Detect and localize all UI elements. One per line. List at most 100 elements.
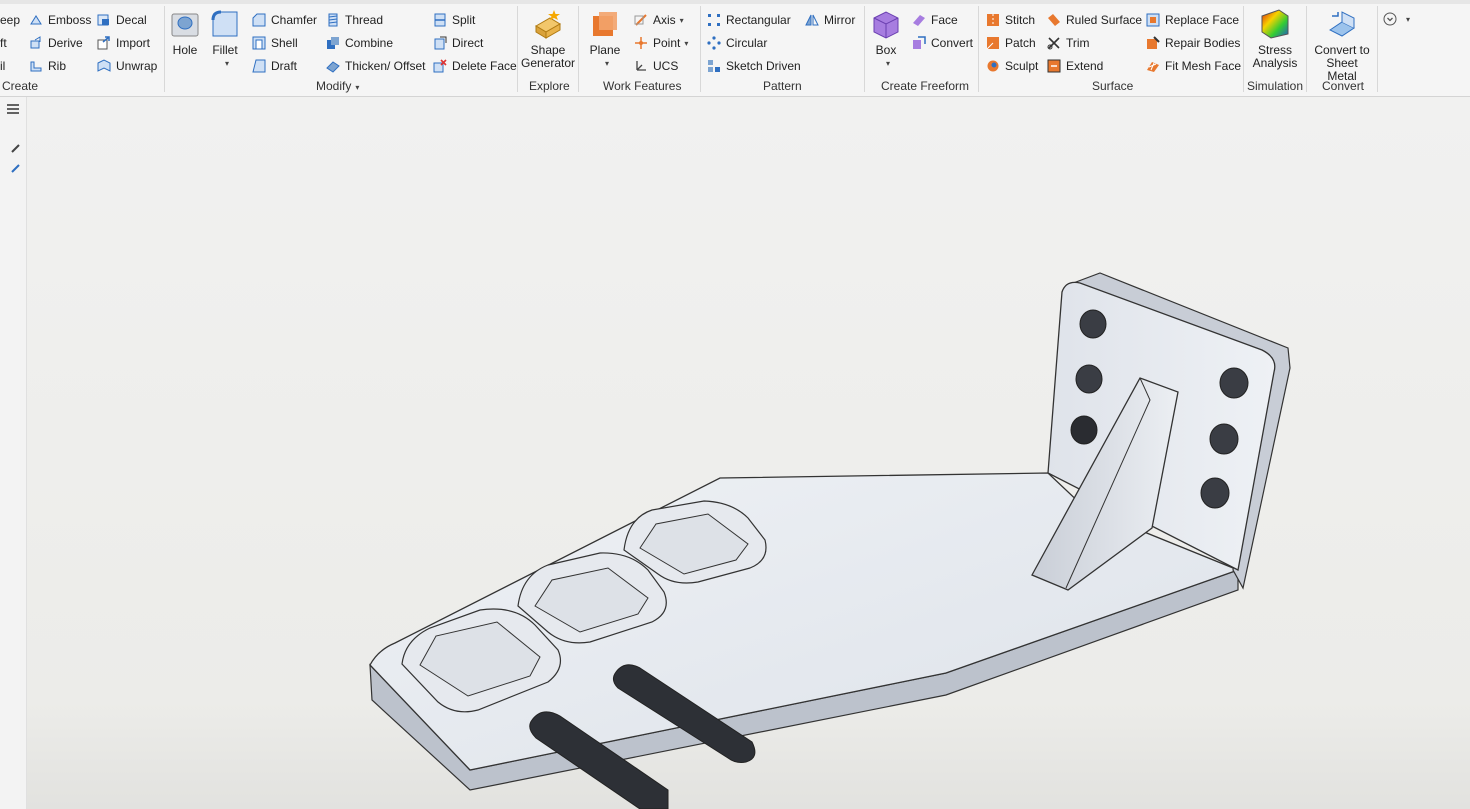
import-button[interactable]: Import <box>97 34 150 52</box>
freeform-convert-icon <box>912 36 926 50</box>
ribbon-tab-strip <box>0 0 1470 4</box>
fit-mesh-face-label: Fit Mesh Face <box>1165 59 1242 73</box>
patch-icon <box>986 36 1000 50</box>
thicken-offset-label: Thicken/ Offset <box>345 59 426 73</box>
plane-dropdown-icon[interactable]: ▾ <box>605 57 609 70</box>
axis-dropdown-icon[interactable]: ▾ <box>680 16 684 25</box>
coil-button[interactable]: il <box>0 57 5 75</box>
work-features-group-label: Work Features <box>603 79 682 93</box>
freeform-convert-label: Convert <box>931 36 974 50</box>
ribbon-options-dropdown[interactable]: ▾ <box>1383 10 1410 28</box>
unwrap-button[interactable]: Unwrap <box>97 57 157 75</box>
wall-hole <box>1200 477 1230 509</box>
shape-generator-label-line2: Generator <box>520 56 576 70</box>
box-button[interactable]: Box ▾ <box>869 8 903 70</box>
derive-button[interactable]: Derive <box>29 34 83 52</box>
fillet-dropdown-icon[interactable]: ▾ <box>225 57 229 70</box>
combine-button[interactable]: Combine <box>326 34 393 52</box>
fillet-button[interactable]: Fillet ▾ <box>208 8 242 70</box>
shell-button[interactable]: Shell <box>252 34 298 52</box>
thread-button[interactable]: Thread <box>326 11 383 29</box>
direct-label: Direct <box>452 36 484 50</box>
modify-group-menu[interactable]: Modify ▾ <box>316 79 359 93</box>
shape-generator-button[interactable]: Shape Generator <box>521 8 575 70</box>
repair-bodies-button[interactable]: Repair Bodies <box>1146 34 1240 52</box>
point-dropdown-icon[interactable]: ▾ <box>684 39 688 48</box>
ucs-button[interactable]: UCS <box>634 57 678 75</box>
combine-icon <box>326 36 340 50</box>
import-label: Import <box>116 36 151 50</box>
mirror-label: Mirror <box>824 13 856 27</box>
draft-button[interactable]: Draft <box>252 57 297 75</box>
plane-button[interactable]: Plane ▾ <box>586 8 624 70</box>
hole-button[interactable]: Hole <box>168 8 202 57</box>
patch-label: Patch <box>1005 36 1036 50</box>
extend-button[interactable]: Extend <box>1047 57 1103 75</box>
patch-button[interactable]: Patch <box>986 34 1036 52</box>
delete-face-button[interactable]: Delete Face <box>433 57 517 75</box>
convert-group-label: Convert <box>1322 79 1365 93</box>
axis-button[interactable]: Axis ▾ <box>634 11 684 29</box>
axis-icon <box>634 13 648 27</box>
rib-button[interactable]: Rib <box>29 57 66 75</box>
split-button[interactable]: Split <box>433 11 475 29</box>
sculpt-button[interactable]: Sculpt <box>986 57 1038 75</box>
shell-label: Shell <box>271 36 298 50</box>
stitch-button[interactable]: Stitch <box>986 11 1035 29</box>
combine-label: Combine <box>345 36 394 50</box>
ruled-surface-icon <box>1047 13 1061 27</box>
sketch-driven-pattern-button[interactable]: Sketch Driven <box>707 57 801 75</box>
circular-pattern-button[interactable]: Circular <box>707 34 767 52</box>
extend-label: Extend <box>1066 59 1104 73</box>
wall-hole <box>1079 309 1107 339</box>
freeform-convert-button[interactable]: Convert <box>912 34 973 52</box>
delete-face-label: Delete Face <box>452 59 517 73</box>
circle-chevron-down-icon <box>1383 12 1397 26</box>
emboss-button[interactable]: Emboss <box>29 11 91 29</box>
wall-hole <box>1070 415 1098 445</box>
separator <box>978 6 979 92</box>
ruled-surface-button[interactable]: Ruled Surface <box>1047 11 1142 29</box>
replace-face-label: Replace Face <box>1165 13 1240 27</box>
loft-button[interactable]: ft <box>0 34 7 52</box>
wall-hole <box>1209 423 1239 455</box>
plane-label: Plane <box>589 43 621 57</box>
rectangular-pattern-button[interactable]: Rectangular <box>707 11 791 29</box>
hole-label: Hole <box>172 43 198 57</box>
sketch-pencil-icon[interactable] <box>10 161 22 173</box>
box-label: Box <box>875 43 897 57</box>
separator <box>1377 6 1378 92</box>
stress-analysis-label-line2: Analysis <box>1252 56 1298 70</box>
decal-button[interactable]: Decal <box>97 11 147 29</box>
draft-label: Draft <box>271 59 298 73</box>
3d-viewport[interactable] <box>27 97 1470 809</box>
stress-analysis-button[interactable]: Stress Analysis <box>1250 8 1300 70</box>
separator <box>517 6 518 92</box>
mirror-button[interactable]: Mirror <box>805 11 855 29</box>
shell-icon <box>252 36 266 50</box>
axis-label: Axis <box>653 13 676 27</box>
separator <box>864 6 865 92</box>
fillet-label: Fillet <box>212 43 238 57</box>
hole-icon <box>169 8 201 40</box>
repair-bodies-icon <box>1146 36 1160 50</box>
import-icon <box>97 36 111 50</box>
hamburger-menu-icon[interactable] <box>5 102 21 116</box>
bracket-model[interactable] <box>27 97 1470 809</box>
separator <box>1306 6 1307 92</box>
delete-face-icon <box>433 59 447 73</box>
sweep-button[interactable]: eep <box>0 11 20 29</box>
direct-button[interactable]: Direct <box>433 34 483 52</box>
replace-face-button[interactable]: Replace Face <box>1146 11 1239 29</box>
freeform-face-button[interactable]: Face <box>912 11 958 29</box>
convert-to-sheet-metal-button[interactable]: Convert to Sheet Metal <box>1310 8 1374 83</box>
trim-icon <box>1047 36 1061 50</box>
chamfer-button[interactable]: Chamfer <box>252 11 317 29</box>
fit-mesh-face-button[interactable]: Fit Mesh Face <box>1146 57 1241 75</box>
box-dropdown-icon[interactable]: ▾ <box>886 57 890 70</box>
trim-button[interactable]: Trim <box>1047 34 1090 52</box>
plane-icon <box>589 8 621 40</box>
thicken-offset-button[interactable]: Thicken/ Offset <box>326 57 425 75</box>
pencil-icon[interactable] <box>10 141 22 153</box>
point-button[interactable]: Point ▾ <box>634 34 688 52</box>
